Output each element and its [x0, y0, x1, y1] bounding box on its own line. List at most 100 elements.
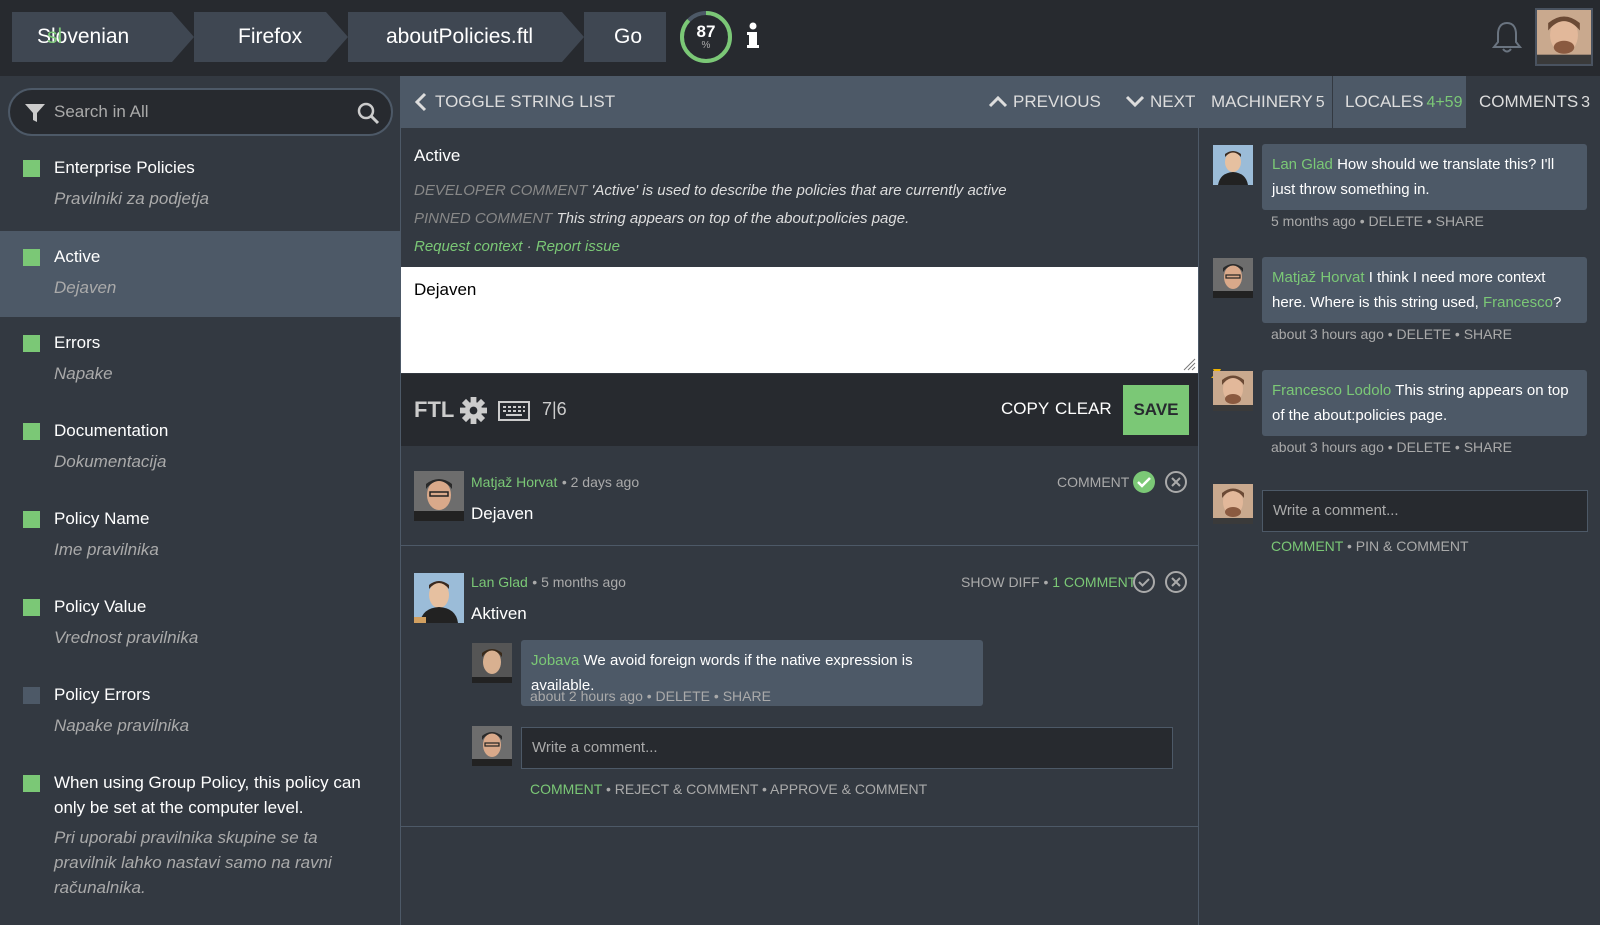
bell-icon[interactable] — [1491, 20, 1523, 54]
resize-handle-icon[interactable] — [1182, 357, 1196, 371]
project-selector[interactable]: Firefox — [194, 12, 326, 62]
comment-input[interactable]: Write a comment... — [521, 727, 1173, 769]
status-indicator — [23, 599, 40, 616]
tab-machinery[interactable]: MACHINERY 5 — [1199, 76, 1333, 128]
clear-button[interactable]: CLEAR — [1055, 399, 1112, 419]
reject-approve-links[interactable]: • REJECT & COMMENT • APPROVE & COMMENT — [602, 781, 927, 797]
history-actions: SHOW DIFF • 1 COMMENT — [961, 574, 1136, 590]
comment-author[interactable]: Lan Glad — [1272, 156, 1333, 173]
go-label: Go — [614, 25, 643, 48]
comments-toggle-link[interactable]: 1 COMMENT — [1052, 574, 1136, 590]
locale-code: sl — [47, 25, 63, 48]
translation-editor[interactable]: Dejaven — [401, 267, 1198, 373]
team-comment-input[interactable]: Write a comment... — [1262, 490, 1588, 532]
editor-toolbar: FTL 7|6 COPY CLEAR SAVE — [401, 374, 1198, 446]
entity-source: When using Group Policy, this policy can… — [54, 773, 361, 817]
context-links: Request context · Report issue — [414, 238, 620, 255]
comment-meta[interactable]: 5 months ago • DELETE • SHARE — [1271, 213, 1484, 229]
entity-source: Active — [54, 247, 101, 266]
history-item: Lan Glad • 5 months ago Aktiven SHOW DIF… — [401, 547, 1198, 827]
entity-source: Documentation — [54, 421, 169, 440]
check-circle-icon[interactable] — [1132, 470, 1156, 494]
comment-bubble: Matjaž Horvat I think I need more contex… — [1262, 257, 1587, 323]
history-translation: Aktiven — [471, 604, 527, 623]
comment-bubble: Francesco Lodolo This string appears on … — [1262, 370, 1587, 436]
chevron-left-icon[interactable] — [415, 92, 427, 112]
avatar — [414, 573, 464, 623]
go-button[interactable]: Go — [584, 12, 666, 62]
helpers-panel: MACHINERY 5 LOCALES 4+59 COMMENTS 3 Lan Gla… — [1199, 76, 1600, 925]
next-button[interactable]: NEXT — [1150, 92, 1195, 112]
pin-comment-link[interactable]: • PIN & COMMENT — [1343, 538, 1469, 554]
keyboard-icon[interactable] — [498, 401, 530, 421]
show-diff-link[interactable]: SHOW DIFF — [961, 574, 1040, 590]
comment-meta[interactable]: about 3 hours ago • DELETE • SHARE — [1271, 439, 1512, 455]
reject-circle-icon[interactable] — [1164, 470, 1188, 494]
history-date: • 2 days ago — [561, 474, 640, 490]
entity-translation: Napake — [54, 364, 113, 383]
team-comment-actions: COMMENT • PIN & COMMENT — [1271, 538, 1469, 554]
entity-item[interactable]: When using Group Policy, this policy can… — [0, 761, 400, 925]
status-indicator — [23, 249, 40, 266]
comment-meta[interactable]: about 2 hours ago • DELETE • SHARE — [530, 688, 771, 704]
entity-translation: Napake pravilnika — [54, 716, 190, 735]
tab-count: 4+59 — [1426, 94, 1463, 111]
entity-item[interactable]: Active Dejaven — [0, 231, 400, 317]
entity-item[interactable]: Documentation Dokumentacija — [0, 409, 400, 487]
avatar — [414, 471, 464, 521]
status-indicator — [23, 160, 40, 177]
info-icon[interactable] — [746, 22, 760, 50]
progress-value: 87 — [696, 22, 716, 41]
comment-meta[interactable]: about 3 hours ago • DELETE • SHARE — [1271, 326, 1512, 342]
entity-source: Policy Errors — [54, 685, 151, 704]
entity-translation: Vrednost pravilnika — [54, 628, 199, 647]
entity-translation: Dokumentacija — [54, 452, 167, 471]
status-indicator — [23, 423, 40, 440]
history-meta: Lan Glad • 5 months ago — [471, 574, 626, 592]
approve-circle-icon[interactable] — [1132, 570, 1156, 594]
copy-button[interactable]: COPY — [1001, 399, 1049, 419]
comment-author[interactable]: Matjaž Horvat — [1272, 269, 1365, 286]
comment-submit-link[interactable]: COMMENT — [530, 781, 602, 797]
entity-item[interactable]: Policy Name Ime pravilnika — [0, 497, 400, 575]
comment-mention[interactable]: Francesco — [1483, 294, 1553, 311]
tab-label: COMMENTS — [1479, 92, 1579, 111]
comment-author[interactable]: Francesco Lodolo — [1272, 382, 1391, 399]
avatar[interactable] — [1535, 8, 1593, 66]
tab-locales[interactable]: LOCALES 4+59 — [1333, 76, 1467, 128]
status-indicator — [23, 687, 40, 704]
save-button[interactable]: SAVE — [1123, 385, 1189, 435]
tab-label: LOCALES — [1345, 92, 1424, 111]
crumb-separator — [326, 12, 348, 62]
tab-comments[interactable]: COMMENTS 3 — [1467, 76, 1600, 128]
gear-icon[interactable] — [460, 397, 487, 424]
entity-item[interactable]: Policy Errors Napake pravilnika — [0, 673, 400, 751]
previous-button[interactable]: PREVIOUS — [1013, 92, 1101, 112]
chevron-up-icon[interactable] — [988, 95, 1008, 108]
entity-item[interactable]: Enterprise Policies Pravilniki za podjet… — [0, 149, 400, 227]
request-context-link[interactable]: Request context — [414, 238, 522, 255]
report-issue-link[interactable]: Report issue — [536, 238, 620, 255]
resource-selector[interactable]: aboutPolicies.ftl — [348, 12, 562, 62]
entity-item[interactable]: Errors Napake — [0, 321, 400, 399]
filter-icon[interactable] — [24, 102, 46, 124]
history-author[interactable]: Lan Glad — [471, 574, 528, 590]
search-icon[interactable] — [356, 101, 380, 125]
reject-circle-icon[interactable] — [1164, 570, 1188, 594]
pinned-comment-label: PINNED COMMENT — [414, 210, 553, 227]
history-author[interactable]: Matjaž Horvat — [471, 474, 557, 490]
entity-item[interactable]: Policy Value Vrednost pravilnika — [0, 585, 400, 663]
chevron-down-icon[interactable] — [1125, 95, 1145, 108]
locale-selector[interactable]: Slovenian sl — [12, 12, 172, 62]
developer-comment-label: DEVELOPER COMMENT — [414, 182, 588, 199]
search-input[interactable] — [54, 90, 344, 134]
comment-author[interactable]: Jobava — [531, 652, 579, 669]
toggle-string-list-button[interactable]: TOGGLE STRING LIST — [435, 92, 615, 112]
entity-source: Enterprise Policies — [54, 158, 195, 177]
comment-link[interactable]: COMMENT — [1057, 474, 1129, 490]
progress-unit: % — [701, 40, 711, 51]
status-indicator — [23, 511, 40, 528]
comment-text-end: ? — [1552, 294, 1562, 311]
team-comment-submit-link[interactable]: COMMENT — [1271, 538, 1343, 554]
tab-count: 5 — [1315, 94, 1325, 111]
